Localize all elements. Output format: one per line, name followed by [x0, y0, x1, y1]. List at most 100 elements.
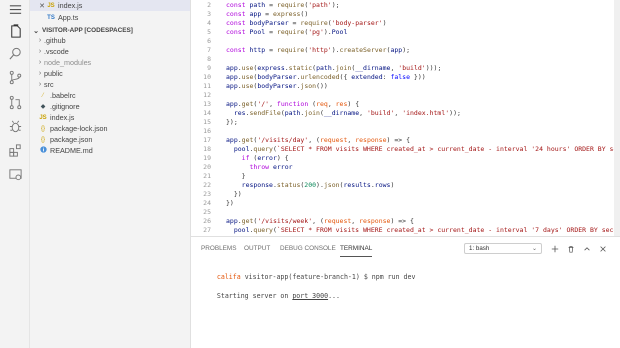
code-line[interactable]: 23 }) — [191, 189, 620, 198]
explorer-sidebar: ✕ JS index.js TS App.ts ⌄ VISITOR-APP [C… — [30, 0, 191, 348]
line-number: 21 — [203, 171, 211, 180]
json-file-icon: {} — [40, 136, 45, 143]
open-editor-index-js[interactable]: ✕ JS index.js — [30, 0, 190, 11]
activity-bar — [0, 0, 30, 348]
line-number: 22 — [203, 180, 211, 189]
tree-file-package-lock-json[interactable]: {} package-lock.json — [30, 123, 190, 134]
code-line[interactable]: 9 app.use(express.static(path.join(__dirn… — [191, 63, 620, 72]
explorer-icon[interactable] — [6, 22, 24, 40]
tree-file-package-json[interactable]: {} package.json — [30, 134, 190, 145]
tree-folder-public[interactable]: › public — [30, 68, 190, 79]
trash-icon[interactable] — [565, 243, 576, 254]
code-line[interactable]: 7 const http = require('http').createServ… — [191, 45, 620, 54]
code-text: pool.query(`SELECT * FROM visits WHERE c… — [233, 225, 620, 234]
code-line[interactable]: 15}); — [191, 117, 620, 126]
code-line[interactable]: 22 response.status(200).json(results.row… — [191, 180, 620, 189]
code-line[interactable]: 14 res.sendFile(path.join(__dirname, 'bu… — [191, 108, 620, 117]
line-number: 2 — [207, 0, 211, 9]
line-number: 10 — [203, 72, 211, 81]
code-line[interactable]: 21 } — [191, 171, 620, 180]
code-line[interactable]: 5 const Pool = require('pg').Pool — [191, 27, 620, 36]
code-line[interactable]: 27 pool.query(`SELECT * FROM visits WHER… — [191, 225, 620, 234]
ts-file-icon: TS — [47, 14, 55, 21]
code-text: app.use(bodyParser.urlencoded({ extended… — [226, 72, 426, 81]
tree-item-label: .gitignore — [50, 102, 80, 111]
editor-scrollbar[interactable] — [614, 0, 620, 236]
code-line[interactable]: 26 app.get('/visits/week', (request, resp… — [191, 216, 620, 225]
json-file-icon: {} — [40, 125, 45, 132]
maximize-panel-icon[interactable] — [581, 243, 592, 254]
tree-folder-node-modules[interactable]: › node_modules — [30, 57, 190, 68]
code-line[interactable]: 11 app.use(bodyParser.json()) — [191, 81, 620, 90]
terminal-select[interactable]: 1: bash ⌄ — [464, 243, 542, 254]
line-number: 5 — [207, 27, 211, 36]
chevron-right-icon: › — [38, 81, 42, 88]
code-line[interactable]: 4 const bodyParser = require('body-parser… — [191, 18, 620, 27]
line-number: 6 — [207, 36, 211, 45]
code-text: }) — [226, 198, 234, 207]
tab-problems[interactable]: PROBLEMS — [201, 245, 237, 257]
code-line[interactable]: 12 — [191, 90, 620, 99]
remote-explorer-icon[interactable] — [6, 165, 24, 183]
code-line[interactable]: 13 app.get('/', function (req, res) { — [191, 99, 620, 108]
code-line[interactable]: 17 app.get('/visits/day', (request, respo… — [191, 135, 620, 144]
pull-request-icon[interactable] — [6, 93, 24, 111]
code-text: app.get('/visits/day', (request, respons… — [226, 135, 410, 144]
tree-file-babelrc[interactable]: ⁄ .babelrc — [30, 90, 190, 101]
code-text: const http = require('http').createServe… — [226, 45, 411, 54]
tree-file-readme[interactable]: README.md — [30, 145, 190, 156]
git-file-icon: ◆ — [40, 104, 46, 110]
close-panel-icon[interactable] — [597, 243, 608, 254]
code-line[interactable]: 20 throw error — [191, 162, 620, 171]
code-line[interactable]: 16 — [191, 126, 620, 135]
code-text: const Pool = require('pg').Pool — [226, 27, 348, 36]
tree-folder-vscode[interactable]: › .vscode — [30, 46, 190, 57]
tab-output[interactable]: OUTPUT — [244, 245, 270, 257]
tab-terminal[interactable]: TERMINAL — [340, 245, 373, 257]
line-number: 9 — [207, 63, 211, 72]
line-number: 8 — [207, 54, 211, 63]
line-number: 20 — [203, 162, 211, 171]
tree-file-index-js[interactable]: JS index.js — [30, 112, 190, 123]
line-number: 14 — [203, 108, 211, 117]
menu-icon[interactable] — [6, 0, 24, 18]
open-editor-app-ts[interactable]: TS App.ts — [30, 12, 190, 23]
code-line[interactable]: 8 — [191, 54, 620, 63]
tree-folder-src[interactable]: › src — [30, 79, 190, 90]
info-icon — [38, 146, 48, 155]
open-editor-label: index.js — [58, 1, 83, 10]
search-icon[interactable] — [6, 44, 24, 62]
line-number: 13 — [203, 99, 211, 108]
code-line[interactable]: 19 if (error) { — [191, 153, 620, 162]
add-terminal-icon[interactable] — [549, 243, 560, 254]
code-line[interactable]: 18 pool.query(`SELECT * FROM visits WHER… — [191, 144, 620, 153]
code-text: throw error — [249, 162, 293, 171]
extensions-icon[interactable] — [6, 141, 24, 159]
code-line[interactable]: 24}) — [191, 198, 620, 207]
line-number: 25 — [203, 207, 211, 216]
debug-icon[interactable] — [6, 117, 24, 135]
code-line[interactable]: 2 const path = require('path'); — [191, 0, 620, 9]
port-link[interactable]: port 3000 — [292, 292, 328, 300]
tab-debug-console[interactable]: DEBUG CONSOLE — [280, 245, 336, 257]
code-editor[interactable]: 2 const path = require('path'); 3 const app… — [191, 0, 620, 236]
close-icon[interactable]: ✕ — [38, 2, 46, 10]
tree-item-label: package-lock.json — [50, 124, 108, 133]
output-prefix: Starting server on — [216, 292, 293, 300]
code-line[interactable]: 10 app.use(bodyParser.urlencoded({ extend… — [191, 72, 620, 81]
terminal-select-value: 1: bash — [469, 245, 490, 252]
tree-item-label: index.js — [50, 113, 75, 122]
tree-item-label: src — [44, 80, 54, 89]
code-text: if (error) { — [241, 153, 289, 162]
open-editor-label: App.ts — [58, 13, 79, 22]
tree-folder-github[interactable]: › .github — [30, 35, 190, 46]
chevron-down-icon: ⌄ — [531, 246, 537, 252]
code-line[interactable]: 25 — [191, 207, 620, 216]
source-control-icon[interactable] — [6, 68, 24, 86]
code-line[interactable]: 3 const app = express() — [191, 9, 620, 18]
code-line[interactable]: 6 — [191, 36, 620, 45]
code-text: }) — [226, 189, 242, 198]
tree-file-gitignore[interactable]: ◆ .gitignore — [30, 101, 190, 112]
prompt-user: califa — [216, 273, 241, 281]
line-number: 24 — [203, 198, 211, 207]
